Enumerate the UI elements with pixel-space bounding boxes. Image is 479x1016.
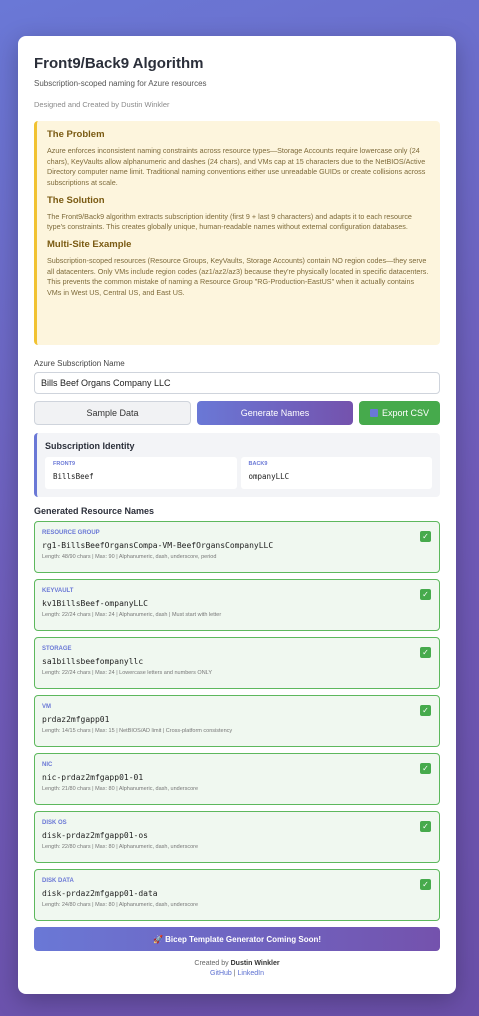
subscription-identity-panel: Subscription Identity FRONT9 BillsBeef B… xyxy=(34,433,440,497)
result-meta: Length: 21/80 chars | Max: 80 | Alphanum… xyxy=(42,786,199,792)
check-icon: ✓ xyxy=(420,879,431,890)
bicep-generator-button[interactable]: 🚀 Bicep Template Generator Coming Soon! xyxy=(34,927,440,951)
problem-heading: The Problem xyxy=(47,129,105,140)
result-card: STORAGE sa1billsbeefompanyllc Length: 22… xyxy=(34,637,440,689)
result-type: DISK OS xyxy=(42,820,67,826)
back9-label: BACK9 xyxy=(248,461,268,467)
example-heading: Multi-Site Example xyxy=(47,238,132,250)
check-icon: ✓ xyxy=(420,647,431,658)
export-icon xyxy=(369,409,378,417)
footer: Created by Dustin Winkler GitHub | Linke… xyxy=(34,959,440,979)
subscription-name-label: Azure Subscription Name xyxy=(34,359,125,368)
check-icon: ✓ xyxy=(420,589,431,600)
result-name[interactable]: disk-prdaz2mfgapp01-os xyxy=(42,831,432,840)
result-name[interactable]: sa1billsbeefompanyllc xyxy=(42,657,432,666)
result-type: RESOURCE GROUP xyxy=(42,530,100,536)
check-icon: ✓ xyxy=(420,763,431,774)
check-icon: ✓ xyxy=(420,705,431,716)
solution-heading: The Solution xyxy=(47,194,105,206)
info-panel: The Problem Azure enforces inconsistent … xyxy=(34,121,440,345)
result-name[interactable]: nic-prdaz2mfgapp01-01 xyxy=(42,773,432,782)
export-csv-button[interactable]: Export CSV xyxy=(359,401,440,425)
result-card: VM prdaz2mfgapp01 Length: 14/15 chars | … xyxy=(34,695,440,747)
result-meta: Length: 22/24 chars | Max: 24 | Alphanum… xyxy=(42,612,222,618)
solution-text: The Front9/Back9 algorithm extracts subs… xyxy=(47,211,412,232)
footer-author: Dustin Winkler xyxy=(230,960,280,967)
front9-label: FRONT9 xyxy=(53,461,75,467)
subscription-name-input[interactable]: Bills Beef Organs Company LLC xyxy=(34,372,440,394)
generate-names-button[interactable]: Generate Names xyxy=(197,401,353,425)
result-card: NIC nic-prdaz2mfgapp01-01 Length: 21/80 … xyxy=(34,753,440,805)
result-name[interactable]: rg1-BillsBeefOrgansCompa-VM-BeefOrgansCo… xyxy=(42,541,432,550)
example-text: Subscription-scoped resources (Resource … xyxy=(47,255,429,297)
check-icon: ✓ xyxy=(420,821,431,832)
page-subtitle: Subscription-scoped naming for Azure res… xyxy=(34,79,207,88)
result-card: RESOURCE GROUP rg1-BillsBeefOrgansCompa-… xyxy=(34,521,440,573)
back9-box: BACK9 ompanyLLC xyxy=(240,457,432,489)
main-card: Front9/Back9 Algorithm Subscription-scop… xyxy=(18,36,456,994)
results-list: RESOURCE GROUP rg1-BillsBeefOrgansCompa-… xyxy=(34,521,440,921)
github-link[interactable]: GitHub xyxy=(210,970,232,977)
identity-heading: Subscription Identity xyxy=(45,441,135,451)
action-buttons: Sample Data Generate Names Export CSV xyxy=(34,401,440,425)
result-name[interactable]: prdaz2mfgapp01 xyxy=(42,715,432,724)
result-meta: Length: 48/90 chars | Max: 90 | Alphanum… xyxy=(42,554,217,560)
footer-created-by: Created by xyxy=(194,960,229,967)
result-name[interactable]: kv1BillsBeef-ompanyLLC xyxy=(42,599,432,608)
footer-separator: | xyxy=(233,970,236,978)
result-meta: Length: 14/15 chars | Max: 15 | NetBIOS/… xyxy=(42,728,233,734)
result-card: DISK OS disk-prdaz2mfgapp01-os Length: 2… xyxy=(34,811,440,863)
result-type: NIC xyxy=(42,762,53,768)
result-type: VM xyxy=(42,704,51,710)
result-meta: Length: 22/24 chars | Max: 24 | Lowercas… xyxy=(42,670,212,676)
results-heading: Generated Resource Names xyxy=(34,506,155,516)
result-card: DISK DATA disk-prdaz2mfgapp01-data Lengt… xyxy=(34,869,440,921)
designer-credit: Designed and Created by Dustin Winkler xyxy=(34,100,170,109)
result-name[interactable]: disk-prdaz2mfgapp01-data xyxy=(42,889,432,898)
problem-text: Azure enforces inconsistent naming const… xyxy=(47,146,426,187)
page-title: Front9/Back9 Algorithm xyxy=(34,55,204,72)
result-card: KEYVAULT kv1BillsBeef-ompanyLLC Length: … xyxy=(34,579,440,631)
result-meta: Length: 22/80 chars | Max: 80 | Alphanum… xyxy=(42,844,199,850)
result-type: KEYVAULT xyxy=(42,588,74,594)
front9-box: FRONT9 BillsBeef xyxy=(45,457,237,489)
check-icon: ✓ xyxy=(420,531,431,542)
sample-data-button[interactable]: Sample Data xyxy=(34,401,191,425)
front9-value: BillsBeef xyxy=(53,472,94,481)
result-type: DISK DATA xyxy=(42,878,74,884)
result-type: STORAGE xyxy=(42,646,72,652)
result-meta: Length: 24/80 chars | Max: 80 | Alphanum… xyxy=(42,902,199,908)
export-csv-label: Export CSV xyxy=(381,408,430,418)
linkedin-link[interactable]: LinkedIn xyxy=(238,970,264,977)
back9-value: ompanyLLC xyxy=(248,472,290,481)
